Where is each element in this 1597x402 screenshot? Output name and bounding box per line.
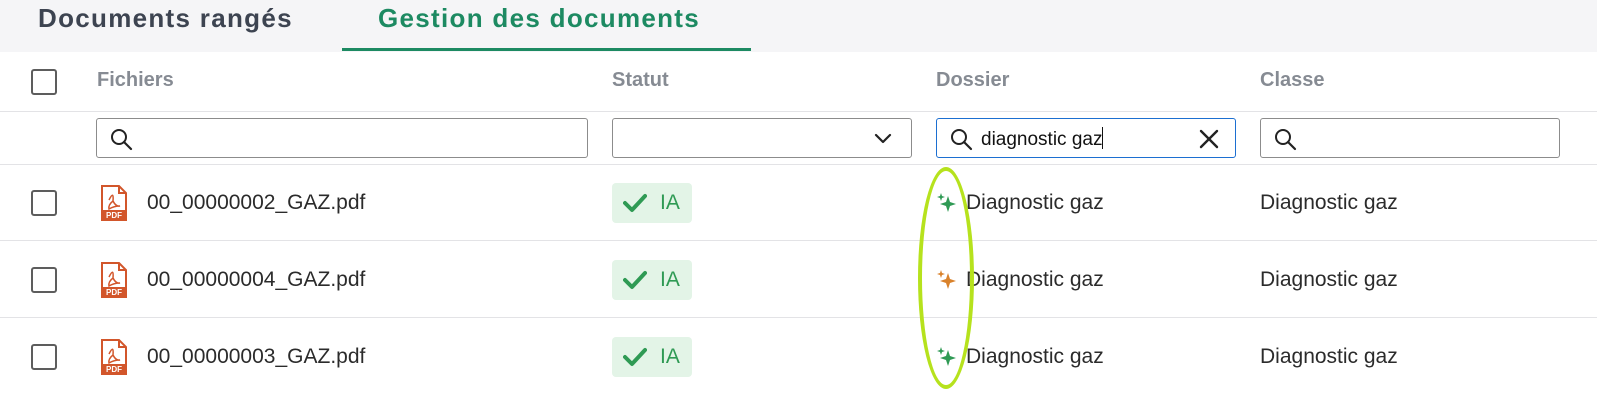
status-label: IA <box>660 345 680 368</box>
check-icon <box>623 348 647 366</box>
table-row[interactable]: PDF 00_00000003_GAZ.pdf IA Diagnostic ga… <box>0 319 1597 395</box>
chevron-down-icon <box>874 133 892 144</box>
tab-bar: Documents rangés Gestion des documents <box>0 0 1597 52</box>
active-tab-indicator <box>342 48 751 51</box>
pdf-file-icon: PDF <box>101 339 127 375</box>
column-header-dossier[interactable]: Dossier <box>936 69 1009 92</box>
status-label: IA <box>660 268 680 291</box>
svg-text:PDF: PDF <box>106 288 122 297</box>
column-header-statut[interactable]: Statut <box>612 69 669 92</box>
table-row[interactable]: PDF 00_00000004_GAZ.pdf IA Diagnostic ga… <box>0 242 1597 318</box>
classe-value: Diagnostic gaz <box>1260 191 1398 214</box>
row-checkbox[interactable] <box>31 344 57 370</box>
fichiers-search-input[interactable] <box>96 118 588 158</box>
search-icon <box>1275 129 1297 151</box>
status-label: IA <box>660 191 680 214</box>
row-checkbox[interactable] <box>31 190 57 216</box>
row-checkbox[interactable] <box>31 267 57 293</box>
annotation-highlight-ellipse <box>918 167 974 389</box>
pdf-file-icon: PDF <box>101 185 127 221</box>
dossier-value: Diagnostic gaz <box>966 345 1104 368</box>
column-header-classe[interactable]: Classe <box>1260 69 1325 92</box>
check-icon <box>623 271 647 289</box>
search-icon <box>951 129 973 151</box>
tab-documents-ranges[interactable]: Documents rangés <box>38 0 293 52</box>
filter-row: diagnostic gaz <box>0 112 1597 165</box>
table-row[interactable]: PDF 00_00000002_GAZ.pdf IA Diagnostic ga… <box>0 165 1597 241</box>
column-header-fichiers[interactable]: Fichiers <box>97 69 174 92</box>
classe-search-input[interactable] <box>1260 118 1560 158</box>
dossier-value: Diagnostic gaz <box>966 268 1104 291</box>
svg-text:PDF: PDF <box>106 211 122 220</box>
classe-value: Diagnostic gaz <box>1260 345 1398 368</box>
pdf-file-icon: PDF <box>101 262 127 298</box>
classe-value: Diagnostic gaz <box>1260 268 1398 291</box>
close-icon[interactable] <box>1197 127 1221 151</box>
dossier-search-input[interactable]: diagnostic gaz <box>936 118 1236 158</box>
file-name[interactable]: 00_00000002_GAZ.pdf <box>147 191 365 215</box>
tab-gestion-des-documents[interactable]: Gestion des documents <box>378 0 700 52</box>
dossier-filter-value: diagnostic gaz <box>981 129 1103 150</box>
status-badge: IA <box>612 183 692 223</box>
documents-table: Fichiers Statut Dossier Classe diagnosti… <box>0 52 1597 402</box>
table-header: Fichiers Statut Dossier Classe <box>0 52 1597 112</box>
dossier-filter-value-wrap: diagnostic gaz <box>981 127 1104 151</box>
statut-filter-select[interactable] <box>612 118 912 158</box>
check-icon <box>623 194 647 212</box>
select-all-checkbox[interactable] <box>31 69 57 95</box>
status-badge: IA <box>612 337 692 377</box>
dossier-value: Diagnostic gaz <box>966 191 1104 214</box>
text-cursor <box>1102 127 1104 149</box>
file-name[interactable]: 00_00000003_GAZ.pdf <box>147 345 365 369</box>
status-badge: IA <box>612 260 692 300</box>
svg-text:PDF: PDF <box>106 365 122 374</box>
search-icon <box>111 129 133 151</box>
file-name[interactable]: 00_00000004_GAZ.pdf <box>147 268 365 292</box>
